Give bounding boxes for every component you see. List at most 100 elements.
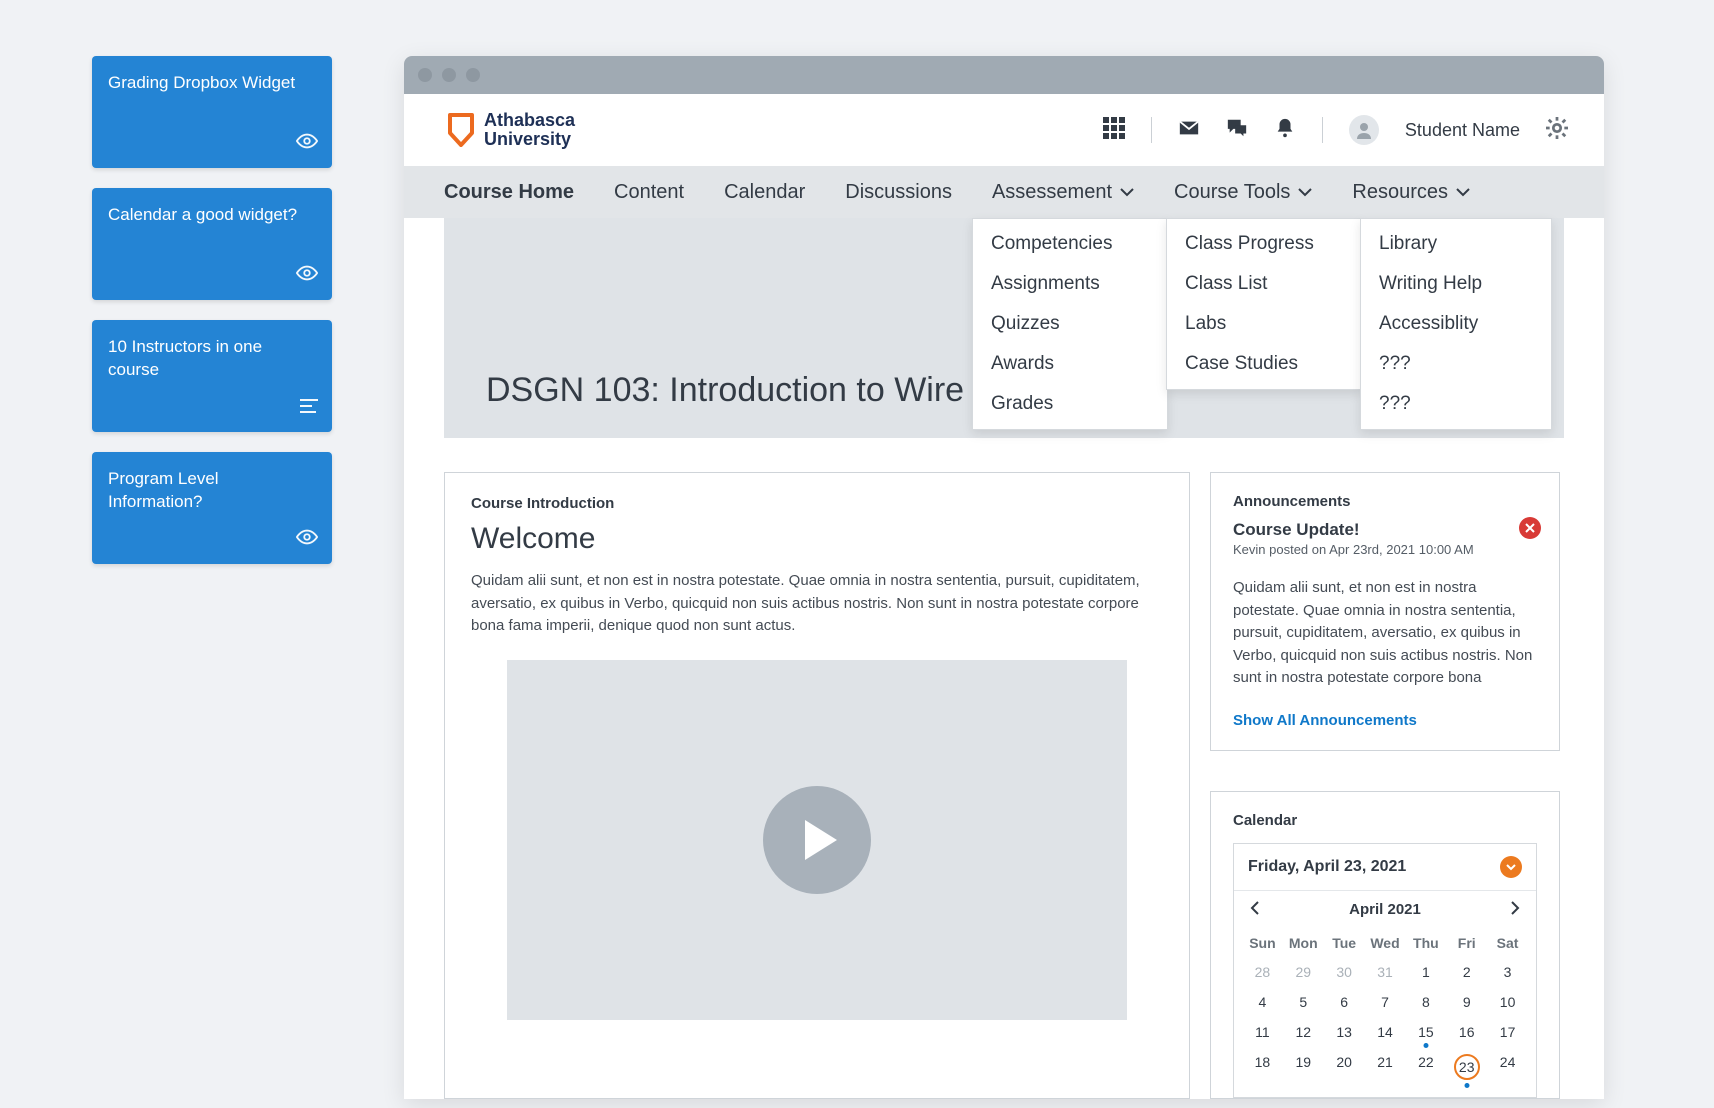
calendar-day[interactable]: 18 bbox=[1242, 1047, 1283, 1087]
announcement-meta: Kevin posted on Apr 23rd, 2021 10:00 AM bbox=[1233, 542, 1537, 557]
nav-resources[interactable]: Resources bbox=[1352, 181, 1470, 204]
day-of-week-header: Tue bbox=[1324, 929, 1365, 957]
sticky-notes-column: Grading Dropbox Widget Calendar a good w… bbox=[92, 56, 332, 564]
dropdown-item[interactable]: Accessiblity bbox=[1379, 313, 1533, 335]
gear-icon[interactable] bbox=[1546, 117, 1568, 144]
dropdown-item[interactable]: Class Progress bbox=[1185, 233, 1343, 255]
dropdown-item[interactable]: Grades bbox=[991, 393, 1149, 415]
calendar-day[interactable]: 31 bbox=[1365, 957, 1406, 987]
calendar-day[interactable]: 22 bbox=[1405, 1047, 1446, 1087]
intro-body: Quidam alii sunt, et non est in nostra p… bbox=[471, 570, 1163, 638]
calendar-day[interactable]: 1 bbox=[1405, 957, 1446, 987]
nav-calendar[interactable]: Calendar bbox=[724, 181, 805, 204]
calendar-day[interactable]: 21 bbox=[1365, 1047, 1406, 1087]
separator bbox=[1322, 117, 1323, 143]
dropdown-item[interactable]: Assignments bbox=[991, 273, 1149, 295]
sticky-label: Calendar a good widget? bbox=[108, 205, 297, 224]
dropdown-item[interactable]: ??? bbox=[1379, 393, 1533, 415]
calendar-widget: Friday, April 23, 2021 April 2021 bbox=[1233, 843, 1537, 1098]
dropdown-item[interactable]: Library bbox=[1379, 233, 1533, 255]
dropdown-item[interactable]: Competencies bbox=[991, 233, 1149, 255]
calendar-day[interactable]: 16 bbox=[1446, 1017, 1487, 1047]
section-label: Calendar bbox=[1233, 812, 1537, 829]
dropdown-item[interactable]: Writing Help bbox=[1379, 273, 1533, 295]
dropdown-item[interactable]: Quizzes bbox=[991, 313, 1149, 335]
chat-icon[interactable] bbox=[1226, 117, 1248, 144]
mail-icon[interactable] bbox=[1178, 117, 1200, 144]
calendar-day[interactable]: 6 bbox=[1324, 987, 1365, 1017]
collapse-button[interactable] bbox=[1500, 856, 1522, 878]
header-right: Student Name bbox=[1103, 115, 1568, 145]
calendar-day[interactable]: 24 bbox=[1487, 1047, 1528, 1087]
dropdown-item[interactable]: Class List bbox=[1185, 273, 1343, 295]
sticky-note[interactable]: 10 Instructors in one course bbox=[92, 320, 332, 432]
separator bbox=[1151, 117, 1152, 143]
calendar-day[interactable]: 7 bbox=[1365, 987, 1406, 1017]
calendar-day[interactable]: 4 bbox=[1242, 987, 1283, 1017]
calendar-day[interactable]: 23 bbox=[1446, 1047, 1487, 1087]
dropdown-item[interactable]: Case Studies bbox=[1185, 353, 1343, 375]
dropdown-item[interactable]: ??? bbox=[1379, 353, 1533, 375]
window-titlebar bbox=[404, 56, 1604, 94]
nav-assessment[interactable]: Assessement bbox=[992, 181, 1134, 204]
dismiss-button[interactable] bbox=[1519, 517, 1541, 539]
prev-month-button[interactable] bbox=[1248, 901, 1262, 919]
day-of-week-header: Sat bbox=[1487, 929, 1528, 957]
sticky-note[interactable]: Grading Dropbox Widget bbox=[92, 56, 332, 168]
calendar-day[interactable]: 5 bbox=[1283, 987, 1324, 1017]
sticky-note[interactable]: Program Level Information? bbox=[92, 452, 332, 564]
calendar-day[interactable]: 17 bbox=[1487, 1017, 1528, 1047]
calendar-day[interactable]: 28 bbox=[1242, 957, 1283, 987]
play-button[interactable] bbox=[763, 786, 871, 894]
calendar-day[interactable]: 9 bbox=[1446, 987, 1487, 1017]
traffic-light-dot bbox=[418, 68, 432, 82]
browser-frame: Athabasca University bbox=[404, 56, 1604, 1099]
calendar-day[interactable]: 14 bbox=[1365, 1017, 1406, 1047]
event-dot bbox=[1464, 1083, 1469, 1088]
calendar-day[interactable]: 11 bbox=[1242, 1017, 1283, 1047]
nav-label: Calendar bbox=[724, 181, 805, 204]
bell-icon[interactable] bbox=[1274, 117, 1296, 144]
calendar-day[interactable]: 19 bbox=[1283, 1047, 1324, 1087]
calendar-day[interactable]: 3 bbox=[1487, 957, 1528, 987]
calendar-day[interactable]: 2 bbox=[1446, 957, 1487, 987]
day-of-week-header: Wed bbox=[1365, 929, 1406, 957]
apps-grid-icon[interactable] bbox=[1103, 117, 1125, 144]
nav-label: Course Tools bbox=[1174, 181, 1290, 204]
calendar-day[interactable]: 29 bbox=[1283, 957, 1324, 987]
nav-course-home[interactable]: Course Home bbox=[444, 181, 574, 204]
dropdown-item[interactable]: Awards bbox=[991, 353, 1149, 375]
student-name[interactable]: Student Name bbox=[1405, 120, 1520, 141]
nav-content[interactable]: Content bbox=[614, 181, 684, 204]
calendar-day[interactable]: 20 bbox=[1324, 1047, 1365, 1087]
calendar-day[interactable]: 30 bbox=[1324, 957, 1365, 987]
calendar-day[interactable]: 8 bbox=[1405, 987, 1446, 1017]
announcement-title: Course Update! bbox=[1233, 520, 1537, 540]
chevron-left-icon bbox=[1248, 901, 1262, 915]
course-nav: Course Home Content Calendar Discussions… bbox=[404, 166, 1604, 218]
calendar-day[interactable]: 15 bbox=[1405, 1017, 1446, 1047]
calendar-day[interactable]: 10 bbox=[1487, 987, 1528, 1017]
align-left-icon bbox=[300, 397, 318, 420]
nav-course-tools[interactable]: Course Tools bbox=[1174, 181, 1312, 204]
day-of-week-header: Fri bbox=[1446, 929, 1487, 957]
calendar-header: Friday, April 23, 2021 bbox=[1234, 844, 1536, 891]
calendar-panel: Calendar Friday, April 23, 2021 bbox=[1210, 791, 1560, 1099]
nav-label: Content bbox=[614, 181, 684, 204]
university-logo[interactable]: Athabasca University bbox=[448, 111, 575, 149]
dropdown-item[interactable]: Labs bbox=[1185, 313, 1343, 335]
nav-label: Assessement bbox=[992, 181, 1112, 204]
nav-discussions[interactable]: Discussions bbox=[845, 181, 952, 204]
sticky-label: Program Level Information? bbox=[108, 469, 219, 511]
calendar-day[interactable]: 12 bbox=[1283, 1017, 1324, 1047]
chevron-right-icon bbox=[1508, 901, 1522, 915]
day-of-week-header: Thu bbox=[1405, 929, 1446, 957]
play-icon bbox=[805, 820, 837, 860]
show-all-announcements-link[interactable]: Show All Announcements bbox=[1233, 712, 1417, 729]
calendar-day[interactable]: 13 bbox=[1324, 1017, 1365, 1047]
logo-line2: University bbox=[484, 130, 575, 149]
avatar[interactable] bbox=[1349, 115, 1379, 145]
sticky-note[interactable]: Calendar a good widget? bbox=[92, 188, 332, 300]
video-placeholder[interactable] bbox=[507, 660, 1127, 1020]
next-month-button[interactable] bbox=[1508, 901, 1522, 919]
